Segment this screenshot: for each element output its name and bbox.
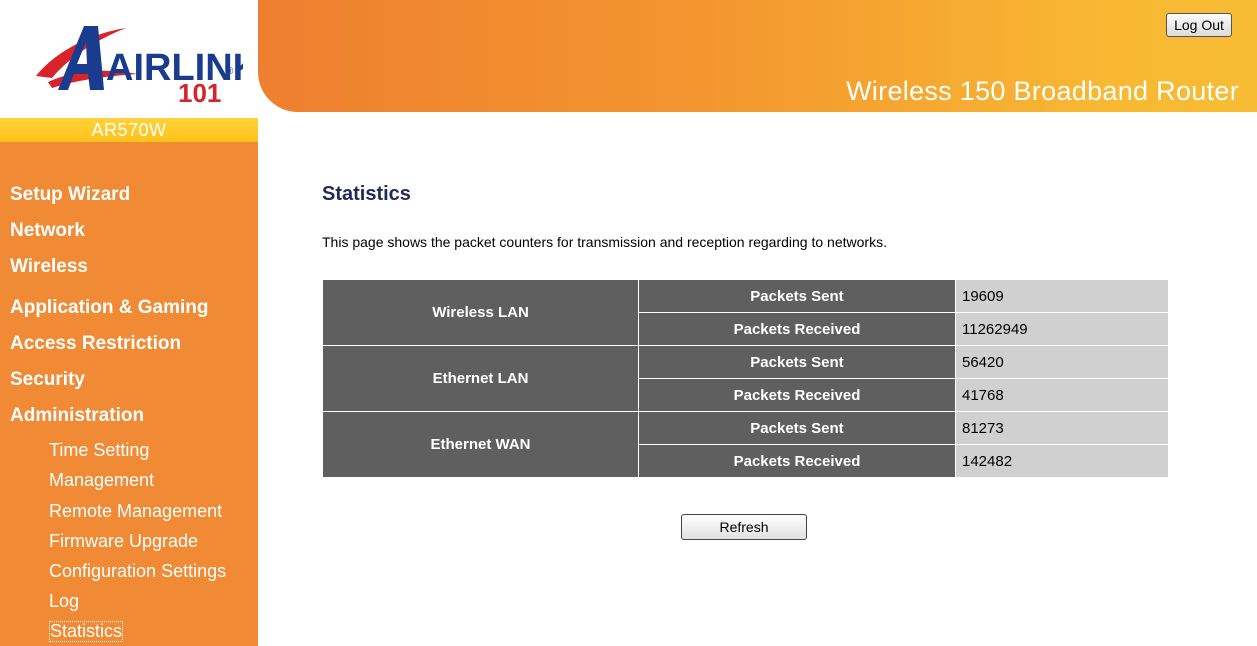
metric-label: Packets Sent xyxy=(638,411,956,445)
subnav-statistics[interactable]: Statistics xyxy=(49,621,124,642)
nav-setup-wizard[interactable]: Setup Wizard xyxy=(10,184,130,206)
packets-sent-value: 81273 xyxy=(955,411,1169,445)
statistics-table: Wireless LAN Packets Sent 19609 Packets … xyxy=(322,279,1169,478)
svg-text:®: ® xyxy=(226,66,234,77)
network-name: Ethernet WAN xyxy=(322,411,639,478)
subnav-log[interactable]: Log xyxy=(49,591,79,612)
table-row: Wireless LAN Packets Sent 19609 xyxy=(322,279,1169,346)
subnav-firmware-upgrade[interactable]: Firmware Upgrade xyxy=(49,531,198,552)
packets-received-value: 142482 xyxy=(955,444,1169,478)
metric-label: Packets Received xyxy=(638,444,956,478)
network-name: Ethernet LAN xyxy=(322,345,639,412)
subnav-remote-management[interactable]: Remote Management xyxy=(49,501,222,522)
header-banner: Log Out Wireless 150 Broadband Router xyxy=(258,0,1257,112)
nav-access-restriction[interactable]: Access Restriction xyxy=(10,333,181,355)
page-description: This page shows the packet counters for … xyxy=(322,234,887,250)
subnav-configuration-settings[interactable]: Configuration Settings xyxy=(49,561,226,582)
metric-label: Packets Sent xyxy=(638,345,956,379)
refresh-button[interactable]: Refresh xyxy=(681,514,807,540)
packets-received-value: 11262949 xyxy=(955,312,1169,346)
metric-label: Packets Sent xyxy=(638,279,956,313)
page-title: Statistics xyxy=(322,183,411,205)
nav-administration[interactable]: Administration xyxy=(10,405,144,427)
table-row: Ethernet WAN Packets Sent 81273 xyxy=(322,411,1169,478)
logout-button[interactable]: Log Out xyxy=(1166,13,1232,37)
metric-label: Packets Received xyxy=(638,378,956,412)
subnav-management[interactable]: Management xyxy=(49,470,154,491)
sidebar: Setup Wizard Network Wireless Applicatio… xyxy=(0,142,258,646)
metric-label: Packets Received xyxy=(638,312,956,346)
airlink-logo-icon: AIRLINK ® 101 xyxy=(36,26,243,108)
nav-wireless[interactable]: Wireless xyxy=(10,256,88,278)
logo-wordmark: AIRLINK xyxy=(106,47,243,89)
table-row: Ethernet LAN Packets Sent 56420 xyxy=(322,345,1169,412)
logo-number: 101 xyxy=(178,78,221,108)
packets-sent-value: 19609 xyxy=(955,279,1169,313)
nav-network[interactable]: Network xyxy=(10,220,85,242)
subnav-time-setting[interactable]: Time Setting xyxy=(49,440,149,461)
network-name: Wireless LAN xyxy=(322,279,639,346)
product-title: Wireless 150 Broadband Router xyxy=(846,76,1239,106)
packets-received-value: 41768 xyxy=(955,378,1169,412)
packets-sent-value: 56420 xyxy=(955,345,1169,379)
logo: AIRLINK ® 101 xyxy=(0,0,258,118)
model-label: AR570W xyxy=(0,118,258,142)
nav-application-gaming[interactable]: Application & Gaming xyxy=(10,297,208,319)
nav-security[interactable]: Security xyxy=(10,369,85,391)
